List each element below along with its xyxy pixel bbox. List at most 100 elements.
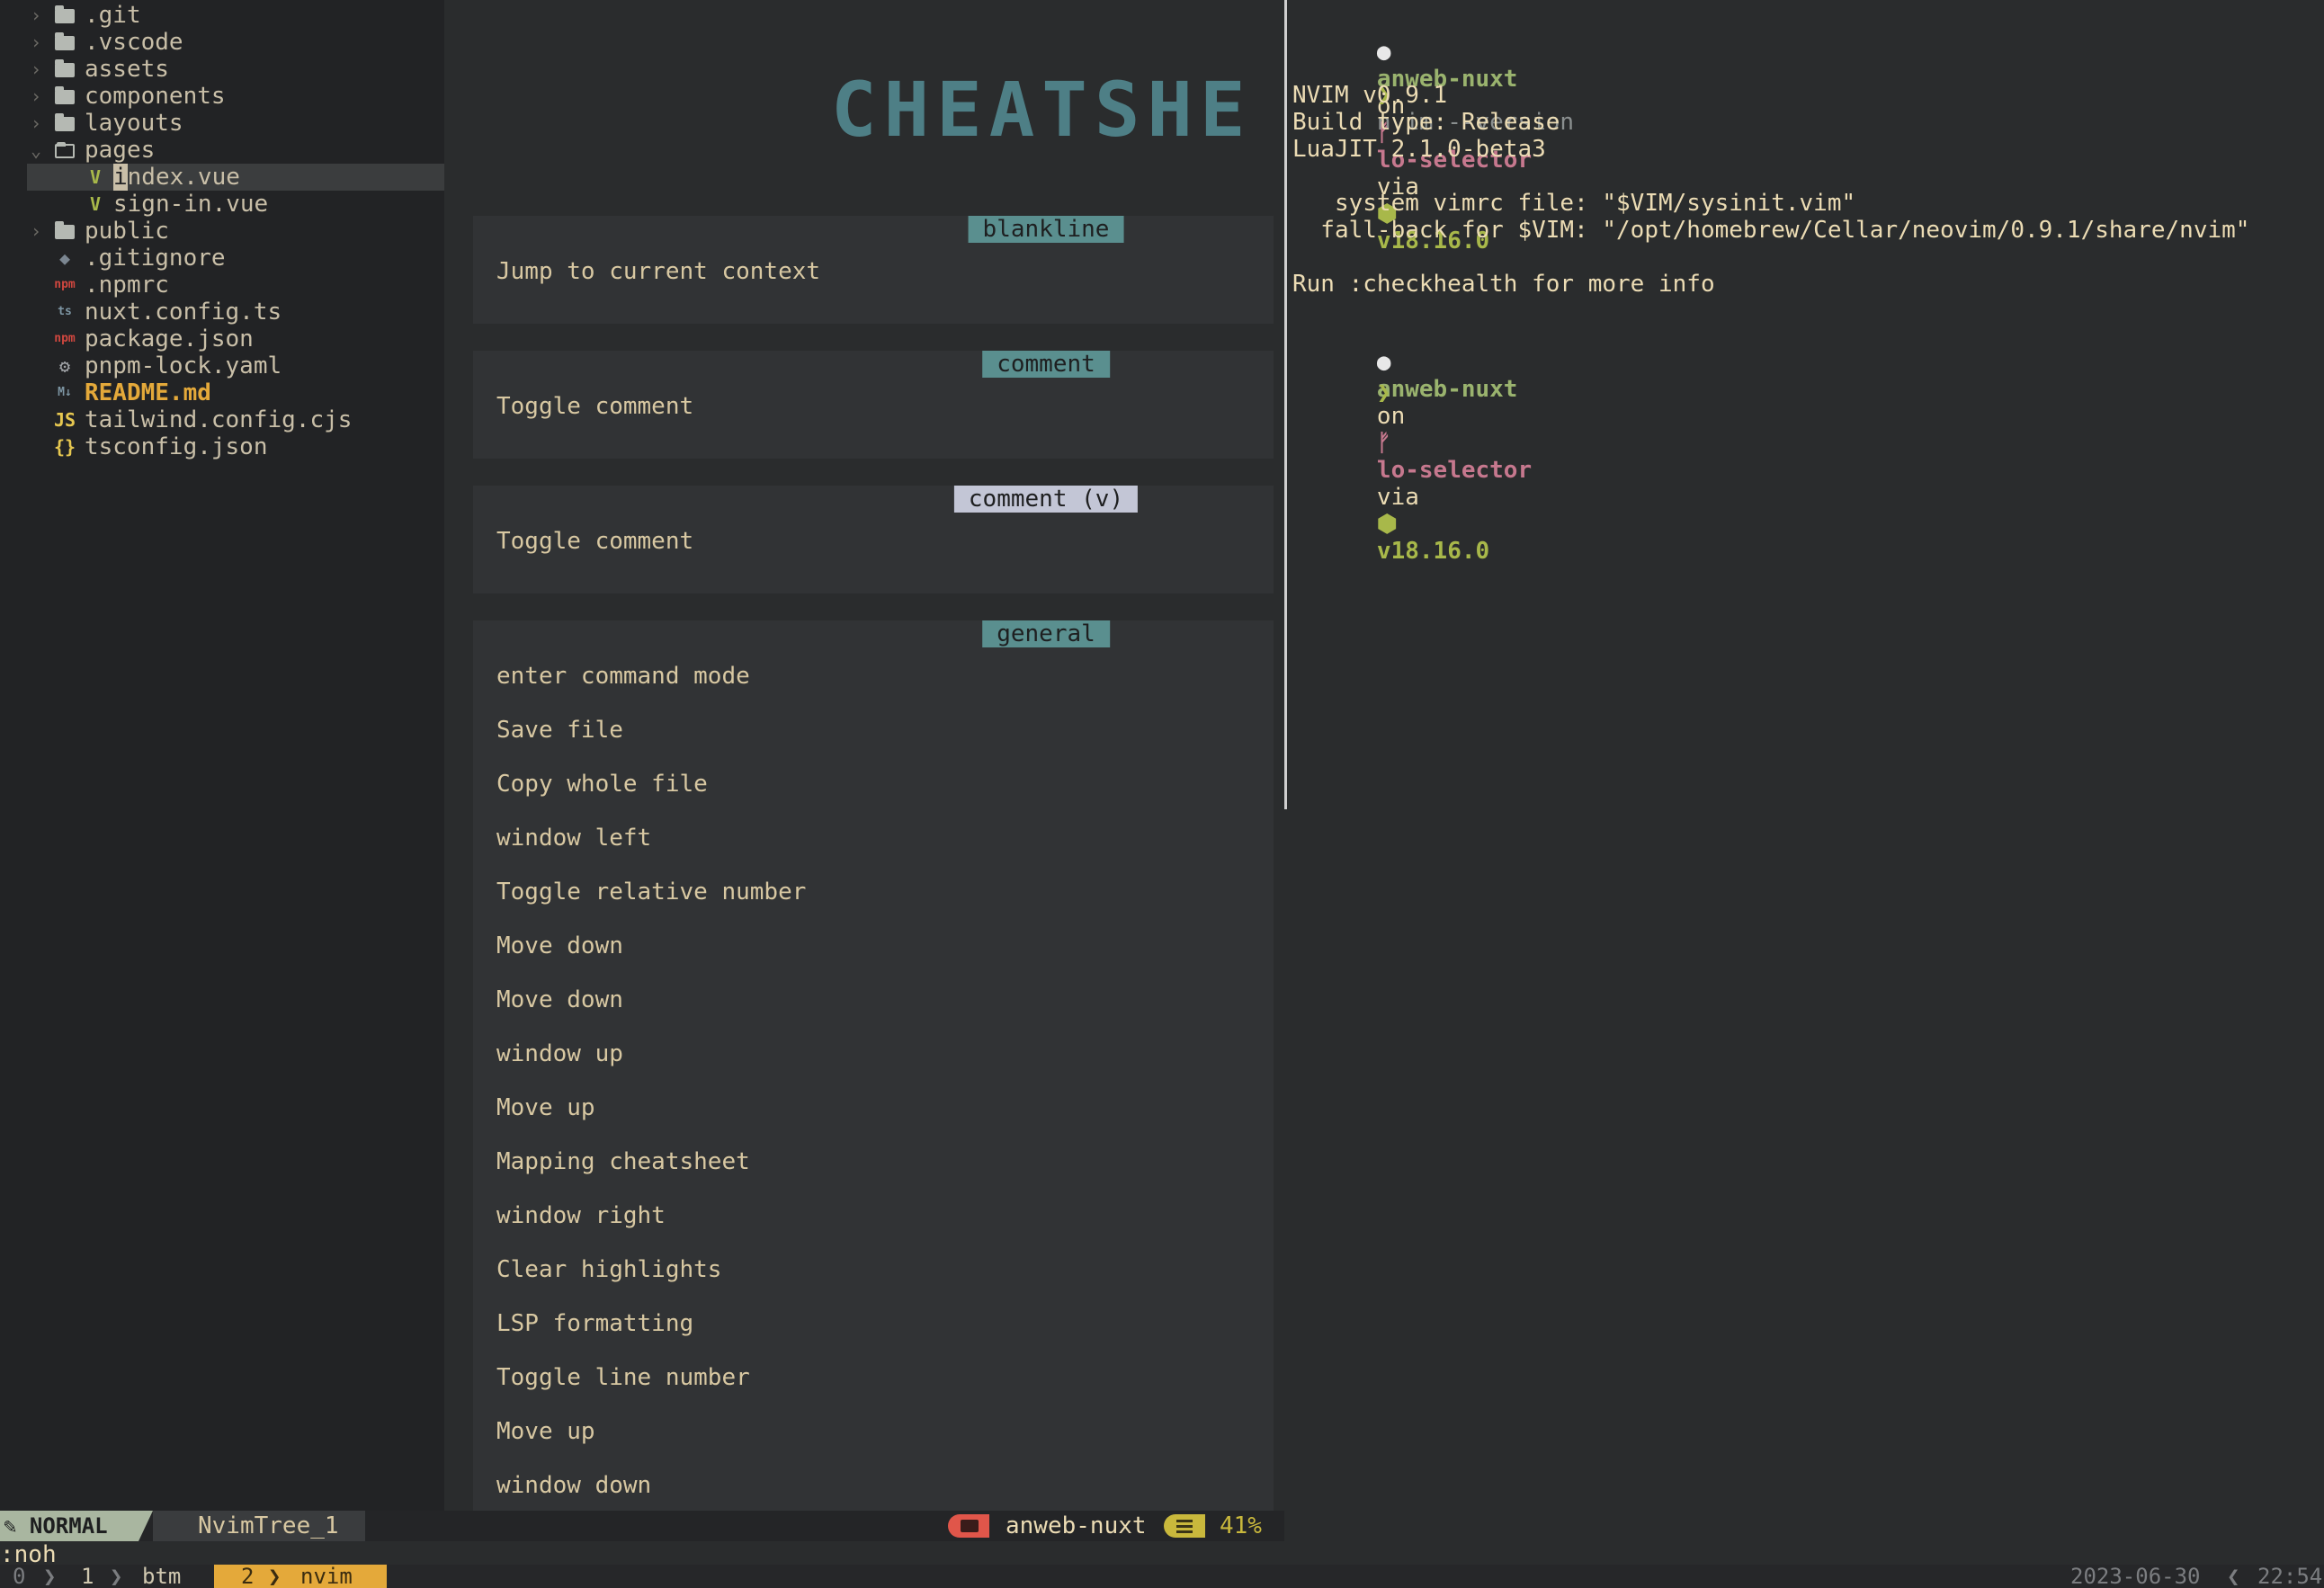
git-file-icon: ◆: [58, 247, 71, 269]
cheatsheet-item: window down: [496, 1472, 652, 1499]
tree-item-label: public: [85, 218, 169, 245]
mode-indicator: ✎ NORMAL: [0, 1511, 153, 1541]
input-line[interactable]: ❯: [1292, 352, 1391, 406]
prompt-line-2: ● anweb-nuxt on ᚠ lo-selector via ⬢ v18.…: [1292, 322, 1532, 565]
tree-item-label: pnpm-lock.yaml: [85, 352, 282, 379]
tmux-window-2-index[interactable]: 2: [241, 1565, 254, 1588]
prompt-dir: anweb-nuxt: [1376, 376, 1518, 403]
tree-item-label: layouts: [85, 110, 183, 137]
tmux-session: 0: [13, 1564, 26, 1588]
cheatsheet-section: general enter command mode Save file Copy w…: [473, 620, 1274, 1511]
tmux-window-1-index[interactable]: 1: [81, 1565, 94, 1588]
ts-file-icon: ts: [58, 305, 72, 318]
terminal-output-line: Run :checkhealth for more info: [1292, 271, 1715, 298]
terminal-output-line: LuaJIT 2.1.0-beta3: [1292, 136, 1546, 163]
terminal-output-line: fall-back for $VIM: "/opt/homebrew/Cella…: [1292, 217, 2250, 244]
cheatsheet-item: Toggle line number: [496, 1364, 750, 1391]
cheatsheet-item: Move down: [496, 932, 623, 959]
cheatsheet-item: Toggle relative number: [496, 879, 807, 906]
chevron-right-icon[interactable]: ›: [27, 29, 45, 56]
buffer-name: NvimTree_1: [153, 1511, 365, 1541]
md-file-icon: M↓: [58, 386, 72, 399]
folder-icon: [52, 110, 77, 137]
cheatsheet-section: comment (v) Toggle comment: [473, 486, 1274, 593]
section-tag: comment: [982, 351, 1110, 378]
section-tag: blankline: [968, 216, 1124, 243]
tree-item[interactable]: › public: [0, 218, 444, 245]
screen: › .git › .vscode › assets › components › layouts ⌄…: [0, 0, 2324, 1588]
folder-icon: [52, 2, 77, 29]
tmux-statusbar: 0 ❯ 1 ❯ btm 2 ❯ nvim 2023-06-30 ❮ 22:54: [0, 1565, 2324, 1588]
tree-item-label: assets: [85, 56, 169, 83]
file-position-icon: [1164, 1514, 1205, 1538]
cheatsheet-item: window right: [496, 1202, 666, 1229]
tree-item[interactable]: › assets: [0, 56, 444, 83]
tree-item-label: sign-in.vue: [113, 191, 269, 218]
tree-item[interactable]: Vsign-in.vue: [0, 191, 444, 218]
tmux-date: 2023-06-30: [2070, 1564, 2201, 1588]
cheatsheet-item: Clear highlights: [496, 1256, 722, 1283]
prompt-branch: lo-selector: [1376, 457, 1533, 484]
cheatsheet-item: Move up: [496, 1094, 595, 1121]
mode-label: NORMAL: [29, 1513, 108, 1539]
tree-item[interactable]: › layouts: [0, 110, 444, 137]
cheatsheet-pane[interactable]: CHEATSHE blankline Jump to current contex…: [444, 0, 1284, 1511]
npm-file-icon: npm: [54, 278, 76, 291]
section-tag: general: [982, 620, 1110, 647]
cheatsheet-item: window up: [496, 1040, 623, 1067]
tree-item[interactable]: ◆ .gitignore: [0, 245, 444, 272]
tree-item[interactable]: {} tsconfig.json: [0, 433, 444, 460]
gear-file-icon: ⚙: [58, 355, 71, 377]
terminal-pane[interactable]: ● anweb-nuxt on ᚠ lo-selector via ⬢ v18.…: [1287, 0, 2324, 1565]
terminal-output-line: system vimrc file: "$VIM/sysinit.vim": [1292, 190, 1856, 217]
tree-item[interactable]: ts nuxt.config.ts: [0, 299, 444, 326]
command-line: ❯ nvim --version: [1292, 55, 1574, 136]
cheatsheet-item: enter command mode: [496, 663, 750, 690]
tree-item[interactable]: npm package.json: [0, 326, 444, 352]
tree-item[interactable]: Vindex.vue: [27, 164, 457, 191]
node-icon: ⬢: [1376, 511, 1398, 538]
prompt-char: ❯: [1376, 379, 1391, 406]
chevron-down-icon[interactable]: ⌄: [27, 137, 45, 164]
tree-item[interactable]: › .git: [0, 2, 444, 29]
cheatsheet-item: Jump to current context: [496, 258, 821, 285]
separator-icon: ❯: [43, 1564, 57, 1588]
vim-icon: ✎: [4, 1513, 30, 1539]
chevron-right-icon[interactable]: ›: [27, 56, 45, 83]
json-file-icon: {}: [53, 436, 76, 458]
tmux-window-1-name[interactable]: btm: [142, 1565, 181, 1588]
prompt-via: via: [1376, 484, 1419, 511]
tmux-time: 22:54: [2257, 1564, 2323, 1588]
cheatsheet-item: Mapping cheatsheet: [496, 1148, 750, 1175]
chevron-right-icon: ❯: [110, 1564, 123, 1588]
chevron-right-icon[interactable]: ›: [27, 110, 45, 137]
tree-item[interactable]: › components: [0, 83, 444, 110]
chevron-right-icon[interactable]: ›: [27, 2, 45, 29]
tree-item[interactable]: M↓ README.md: [0, 379, 444, 406]
terminal-output-line: Build type: Release: [1292, 109, 1560, 136]
folder-icon: [52, 83, 77, 110]
js-file-icon: JS: [53, 409, 76, 431]
cheatsheet-section: comment Toggle comment: [473, 351, 1274, 459]
scroll-percent: 41%: [1220, 1512, 1262, 1539]
tree-item-label: .npmrc: [85, 272, 169, 299]
chevron-right-icon: ❯: [268, 1564, 282, 1588]
tree-item[interactable]: › .vscode: [0, 29, 444, 56]
file-explorer[interactable]: › .git › .vscode › assets › components › layouts ⌄…: [0, 0, 457, 1511]
tree-item[interactable]: npm .npmrc: [0, 272, 444, 299]
tree-item-label: index.vue: [113, 164, 240, 191]
tree-item-label: components: [85, 83, 226, 110]
text-cursor: i: [113, 164, 128, 191]
tree-item-label: tailwind.config.cjs: [85, 406, 353, 433]
cheatsheet-item: Toggle comment: [496, 528, 694, 555]
chevron-right-icon[interactable]: ›: [27, 83, 45, 110]
chevron-right-icon[interactable]: ›: [27, 218, 45, 245]
folder-icon: [52, 29, 77, 56]
tree-item[interactable]: JS tailwind.config.cjs: [0, 406, 444, 433]
folder-icon: [52, 56, 77, 83]
folder-icon: [948, 1514, 989, 1538]
tree-item[interactable]: ⌄ pages: [0, 137, 444, 164]
section-tag: comment (v): [953, 486, 1139, 513]
tree-item[interactable]: ⚙ pnpm-lock.yaml: [0, 352, 444, 379]
tmux-window-2-name[interactable]: nvim: [300, 1565, 353, 1588]
